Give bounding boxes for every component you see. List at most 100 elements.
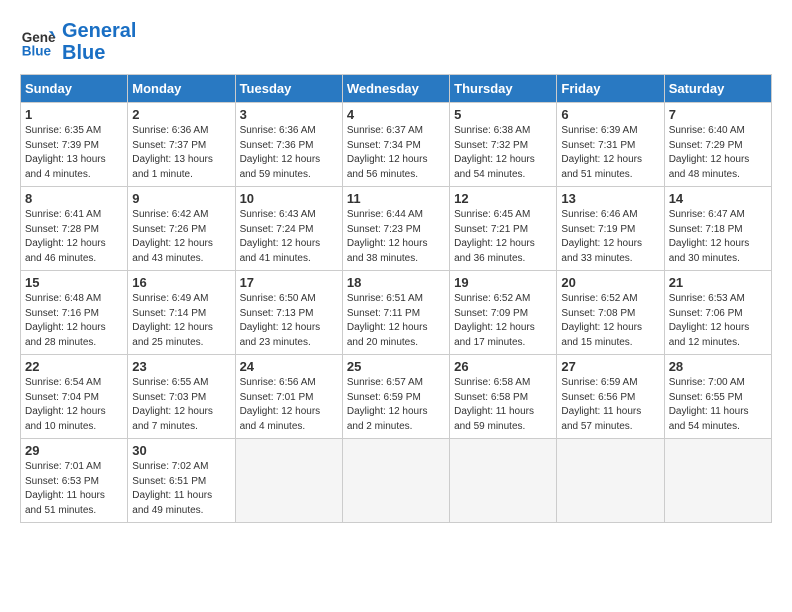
calendar-cell	[450, 439, 557, 523]
day-info: Sunrise: 6:37 AMSunset: 7:34 PMDaylight:…	[347, 124, 445, 182]
day-number: 26	[454, 359, 552, 374]
calendar-cell: 30 Sunrise: 7:02 AMSunset: 6:51 PMDaylig…	[128, 439, 235, 523]
calendar-cell: 28 Sunrise: 7:00 AMSunset: 6:55 PMDaylig…	[664, 355, 771, 439]
calendar-cell: 16 Sunrise: 6:49 AMSunset: 7:14 PMDaylig…	[128, 271, 235, 355]
day-number: 16	[132, 275, 230, 290]
day-info: Sunrise: 7:02 AMSunset: 6:51 PMDaylight:…	[132, 460, 230, 518]
day-info: Sunrise: 6:44 AMSunset: 7:23 PMDaylight:…	[347, 208, 445, 266]
calendar-cell: 24 Sunrise: 6:56 AMSunset: 7:01 PMDaylig…	[235, 355, 342, 439]
day-info: Sunrise: 6:40 AMSunset: 7:29 PMDaylight:…	[669, 124, 767, 182]
calendar-cell: 13 Sunrise: 6:46 AMSunset: 7:19 PMDaylig…	[557, 187, 664, 271]
day-number: 25	[347, 359, 445, 374]
day-number: 20	[561, 275, 659, 290]
calendar-cell	[664, 439, 771, 523]
day-number: 5	[454, 107, 552, 122]
calendar-cell: 2 Sunrise: 6:36 AMSunset: 7:37 PMDayligh…	[128, 103, 235, 187]
calendar-cell	[235, 439, 342, 523]
day-info: Sunrise: 6:36 AMSunset: 7:36 PMDaylight:…	[240, 124, 338, 182]
day-info: Sunrise: 6:41 AMSunset: 7:28 PMDaylight:…	[25, 208, 123, 266]
svg-text:Blue: Blue	[22, 44, 52, 59]
day-info: Sunrise: 6:53 AMSunset: 7:06 PMDaylight:…	[669, 292, 767, 350]
calendar-cell: 6 Sunrise: 6:39 AMSunset: 7:31 PMDayligh…	[557, 103, 664, 187]
day-info: Sunrise: 6:49 AMSunset: 7:14 PMDaylight:…	[132, 292, 230, 350]
day-info: Sunrise: 6:47 AMSunset: 7:18 PMDaylight:…	[669, 208, 767, 266]
day-info: Sunrise: 6:36 AMSunset: 7:37 PMDaylight:…	[132, 124, 230, 182]
logo-icon: General Blue	[20, 24, 56, 60]
logo-text: GeneralBlue	[62, 20, 136, 64]
day-number: 4	[347, 107, 445, 122]
calendar-cell: 26 Sunrise: 6:58 AMSunset: 6:58 PMDaylig…	[450, 355, 557, 439]
logo: General Blue GeneralBlue	[20, 20, 136, 64]
day-number: 19	[454, 275, 552, 290]
day-info: Sunrise: 6:56 AMSunset: 7:01 PMDaylight:…	[240, 376, 338, 434]
day-info: Sunrise: 6:57 AMSunset: 6:59 PMDaylight:…	[347, 376, 445, 434]
calendar-cell: 7 Sunrise: 6:40 AMSunset: 7:29 PMDayligh…	[664, 103, 771, 187]
page-header: General Blue GeneralBlue	[20, 20, 772, 64]
calendar-cell: 9 Sunrise: 6:42 AMSunset: 7:26 PMDayligh…	[128, 187, 235, 271]
day-number: 12	[454, 191, 552, 206]
calendar-cell	[342, 439, 449, 523]
day-info: Sunrise: 6:59 AMSunset: 6:56 PMDaylight:…	[561, 376, 659, 434]
weekday-header: Saturday	[664, 75, 771, 103]
calendar-cell: 10 Sunrise: 6:43 AMSunset: 7:24 PMDaylig…	[235, 187, 342, 271]
calendar-cell: 11 Sunrise: 6:44 AMSunset: 7:23 PMDaylig…	[342, 187, 449, 271]
calendar-cell: 29 Sunrise: 7:01 AMSunset: 6:53 PMDaylig…	[21, 439, 128, 523]
day-number: 8	[25, 191, 123, 206]
calendar-cell: 21 Sunrise: 6:53 AMSunset: 7:06 PMDaylig…	[664, 271, 771, 355]
day-number: 24	[240, 359, 338, 374]
day-info: Sunrise: 6:39 AMSunset: 7:31 PMDaylight:…	[561, 124, 659, 182]
calendar-cell: 5 Sunrise: 6:38 AMSunset: 7:32 PMDayligh…	[450, 103, 557, 187]
day-number: 17	[240, 275, 338, 290]
calendar-cell: 18 Sunrise: 6:51 AMSunset: 7:11 PMDaylig…	[342, 271, 449, 355]
calendar-cell: 4 Sunrise: 6:37 AMSunset: 7:34 PMDayligh…	[342, 103, 449, 187]
day-number: 7	[669, 107, 767, 122]
day-number: 2	[132, 107, 230, 122]
calendar-cell: 17 Sunrise: 6:50 AMSunset: 7:13 PMDaylig…	[235, 271, 342, 355]
weekday-header: Wednesday	[342, 75, 449, 103]
weekday-header: Monday	[128, 75, 235, 103]
calendar-cell: 15 Sunrise: 6:48 AMSunset: 7:16 PMDaylig…	[21, 271, 128, 355]
day-info: Sunrise: 6:35 AMSunset: 7:39 PMDaylight:…	[25, 124, 123, 182]
day-info: Sunrise: 7:00 AMSunset: 6:55 PMDaylight:…	[669, 376, 767, 434]
calendar-cell: 3 Sunrise: 6:36 AMSunset: 7:36 PMDayligh…	[235, 103, 342, 187]
day-number: 22	[25, 359, 123, 374]
calendar-cell: 19 Sunrise: 6:52 AMSunset: 7:09 PMDaylig…	[450, 271, 557, 355]
calendar-cell: 23 Sunrise: 6:55 AMSunset: 7:03 PMDaylig…	[128, 355, 235, 439]
day-number: 23	[132, 359, 230, 374]
day-info: Sunrise: 6:50 AMSunset: 7:13 PMDaylight:…	[240, 292, 338, 350]
day-info: Sunrise: 6:51 AMSunset: 7:11 PMDaylight:…	[347, 292, 445, 350]
day-info: Sunrise: 6:52 AMSunset: 7:09 PMDaylight:…	[454, 292, 552, 350]
calendar-table: SundayMondayTuesdayWednesdayThursdayFrid…	[20, 74, 772, 523]
day-number: 29	[25, 443, 123, 458]
day-number: 3	[240, 107, 338, 122]
day-number: 13	[561, 191, 659, 206]
calendar-cell: 14 Sunrise: 6:47 AMSunset: 7:18 PMDaylig…	[664, 187, 771, 271]
calendar-cell: 25 Sunrise: 6:57 AMSunset: 6:59 PMDaylig…	[342, 355, 449, 439]
day-number: 15	[25, 275, 123, 290]
calendar-cell: 12 Sunrise: 6:45 AMSunset: 7:21 PMDaylig…	[450, 187, 557, 271]
day-info: Sunrise: 6:54 AMSunset: 7:04 PMDaylight:…	[25, 376, 123, 434]
day-info: Sunrise: 6:48 AMSunset: 7:16 PMDaylight:…	[25, 292, 123, 350]
day-number: 27	[561, 359, 659, 374]
weekday-header: Friday	[557, 75, 664, 103]
calendar-cell: 22 Sunrise: 6:54 AMSunset: 7:04 PMDaylig…	[21, 355, 128, 439]
calendar-cell: 27 Sunrise: 6:59 AMSunset: 6:56 PMDaylig…	[557, 355, 664, 439]
day-info: Sunrise: 6:38 AMSunset: 7:32 PMDaylight:…	[454, 124, 552, 182]
day-number: 28	[669, 359, 767, 374]
day-number: 1	[25, 107, 123, 122]
day-info: Sunrise: 6:55 AMSunset: 7:03 PMDaylight:…	[132, 376, 230, 434]
day-info: Sunrise: 6:46 AMSunset: 7:19 PMDaylight:…	[561, 208, 659, 266]
day-number: 18	[347, 275, 445, 290]
calendar-cell: 8 Sunrise: 6:41 AMSunset: 7:28 PMDayligh…	[21, 187, 128, 271]
weekday-header: Tuesday	[235, 75, 342, 103]
day-info: Sunrise: 7:01 AMSunset: 6:53 PMDaylight:…	[25, 460, 123, 518]
day-number: 21	[669, 275, 767, 290]
calendar-cell: 1 Sunrise: 6:35 AMSunset: 7:39 PMDayligh…	[21, 103, 128, 187]
day-info: Sunrise: 6:58 AMSunset: 6:58 PMDaylight:…	[454, 376, 552, 434]
day-info: Sunrise: 6:52 AMSunset: 7:08 PMDaylight:…	[561, 292, 659, 350]
calendar-cell	[557, 439, 664, 523]
day-number: 10	[240, 191, 338, 206]
day-info: Sunrise: 6:45 AMSunset: 7:21 PMDaylight:…	[454, 208, 552, 266]
day-number: 6	[561, 107, 659, 122]
day-info: Sunrise: 6:43 AMSunset: 7:24 PMDaylight:…	[240, 208, 338, 266]
